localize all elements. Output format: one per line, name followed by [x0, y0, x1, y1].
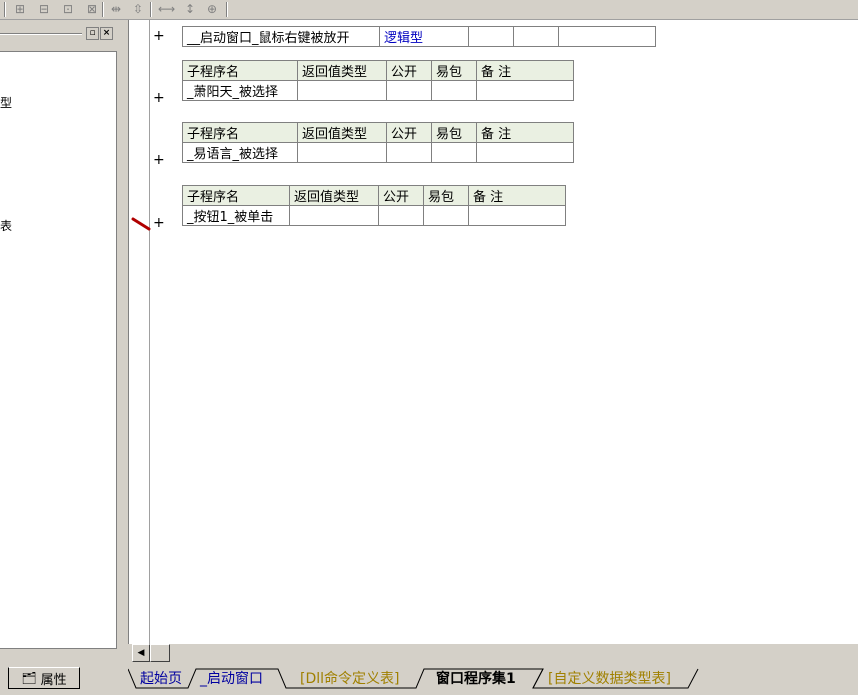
column-header: 返回值类型 — [297, 60, 387, 81]
same-width-icon[interactable]: ⟷ — [158, 2, 175, 16]
public-cell[interactable] — [468, 26, 514, 47]
column-header: 子程序名 — [182, 185, 290, 206]
return-type-cell[interactable]: 逻辑型 — [379, 26, 469, 47]
tree-item-label[interactable]: 型 — [0, 94, 12, 111]
column-header: 公开 — [378, 185, 424, 206]
tree-item-label[interactable]: 表 — [0, 217, 12, 234]
toolbar-separator — [226, 2, 228, 17]
same-size-icon[interactable]: ⊕ — [204, 2, 220, 16]
panel-tree[interactable]: 型 表 — [0, 51, 117, 649]
panel-restore-icon[interactable]: ▫ — [86, 27, 99, 40]
panel-header: ▫ × — [0, 27, 120, 41]
package-cell[interactable] — [431, 142, 477, 163]
toolbar-separator — [150, 2, 152, 17]
expand-icon[interactable]: + — [153, 152, 165, 168]
tab-startup-window[interactable]: _启动窗口 — [200, 669, 263, 689]
table-row: _易语言_被选择 — [182, 142, 574, 163]
horizontal-scrollbar[interactable]: ◀ — [128, 644, 858, 662]
public-cell[interactable] — [386, 142, 432, 163]
property-icon: 🗂 — [21, 671, 37, 685]
column-header: 返回值类型 — [289, 185, 379, 206]
column-header: 备 注 — [468, 185, 566, 206]
public-cell[interactable] — [378, 205, 424, 226]
column-header: 备 注 — [476, 60, 574, 81]
property-tab[interactable]: 🗂 属性 — [8, 667, 80, 689]
remark-cell[interactable] — [476, 80, 574, 101]
tab-window-assembly[interactable]: 窗口程序集1 — [436, 669, 516, 689]
left-panel: ▫ × 型 表 — [0, 20, 120, 660]
table-header-row: 子程序名 返回值类型 公开 易包 备 注 — [182, 122, 574, 143]
subroutine-name[interactable]: __启动窗口_鼠标右键被放开 — [182, 26, 380, 47]
package-cell[interactable] — [423, 205, 469, 226]
toolbar: ⊞ ⊟ ⊡ ⊠ ⇹ ⇳ ⟷ ↕ ⊕ — [0, 0, 858, 20]
column-header: 子程序名 — [182, 60, 298, 81]
expand-icon[interactable]: + — [153, 28, 165, 44]
align-left-icon[interactable]: ⊞ — [12, 2, 28, 16]
space-vertical-icon[interactable]: ⇳ — [130, 2, 146, 16]
subroutine-name[interactable]: _萧阳天_被选择 — [182, 80, 298, 101]
toolbar-separator — [4, 2, 6, 17]
expand-icon[interactable]: + — [153, 90, 165, 106]
tab-custom-datatypes[interactable]: [自定义数据类型表] — [548, 669, 671, 689]
package-cell[interactable] — [431, 80, 477, 101]
document-tabs: 起始页 _启动窗口 [Dll命令定义表] 窗口程序集1 [自定义数据类型表] — [128, 664, 858, 695]
same-height-icon[interactable]: ↕ — [182, 2, 198, 16]
subroutine-table: 子程序名 返回值类型 公开 易包 备 注 _易语言_被选择 — [182, 122, 574, 163]
remark-cell[interactable] — [468, 205, 566, 226]
return-type-cell[interactable] — [297, 80, 387, 101]
subroutine-table: 子程序名 返回值类型 公开 易包 备 注 _按钮1_被单击 — [182, 185, 566, 226]
package-cell[interactable] — [513, 26, 559, 47]
scroll-left-icon[interactable]: ◀ — [132, 644, 150, 662]
table-header-row: 子程序名 返回值类型 公开 易包 备 注 — [182, 60, 574, 81]
align-center-icon[interactable]: ⊟ — [36, 2, 52, 16]
panel-close-icon[interactable]: × — [100, 27, 113, 40]
public-cell[interactable] — [386, 80, 432, 101]
table-row: _按钮1_被单击 — [182, 205, 566, 226]
column-header: 易包 — [431, 60, 477, 81]
property-tab-label: 属性 — [40, 672, 67, 688]
column-header: 易包 — [431, 122, 477, 143]
event-row-table: __启动窗口_鼠标右键被放开 逻辑型 — [182, 26, 656, 47]
expand-icon[interactable]: + — [153, 215, 165, 231]
code-editor[interactable]: + __启动窗口_鼠标右键被放开 逻辑型 子程序名 返回值类型 公开 易包 备 … — [128, 20, 858, 644]
editor-gutter — [129, 20, 150, 644]
remark-cell[interactable] — [558, 26, 656, 47]
align-top-icon[interactable]: ⊠ — [84, 2, 100, 16]
subroutine-name[interactable]: _按钮1_被单击 — [182, 205, 290, 226]
space-horizontal-icon[interactable]: ⇹ — [108, 2, 124, 16]
column-header: 易包 — [423, 185, 469, 206]
table-header-row: 子程序名 返回值类型 公开 易包 备 注 — [182, 185, 566, 206]
pencil-icon — [131, 217, 151, 231]
column-header: 子程序名 — [182, 122, 298, 143]
tab-dll-commands[interactable]: [Dll命令定义表] — [300, 669, 399, 689]
panel-grip — [0, 33, 82, 35]
remark-cell[interactable] — [476, 142, 574, 163]
column-header: 返回值类型 — [297, 122, 387, 143]
scroll-thumb[interactable] — [150, 644, 170, 662]
table-row: __启动窗口_鼠标右键被放开 逻辑型 — [182, 26, 656, 47]
subroutine-name[interactable]: _易语言_被选择 — [182, 142, 298, 163]
tab-start-page[interactable]: 起始页 — [140, 669, 182, 689]
column-header: 公开 — [386, 60, 432, 81]
column-header: 公开 — [386, 122, 432, 143]
return-type-cell[interactable] — [289, 205, 379, 226]
column-header: 备 注 — [476, 122, 574, 143]
toolbar-separator — [102, 2, 104, 17]
table-row: _萧阳天_被选择 — [182, 80, 574, 101]
return-type-cell[interactable] — [297, 142, 387, 163]
align-right-icon[interactable]: ⊡ — [60, 2, 76, 16]
subroutine-table: 子程序名 返回值类型 公开 易包 备 注 _萧阳天_被选择 — [182, 60, 574, 101]
